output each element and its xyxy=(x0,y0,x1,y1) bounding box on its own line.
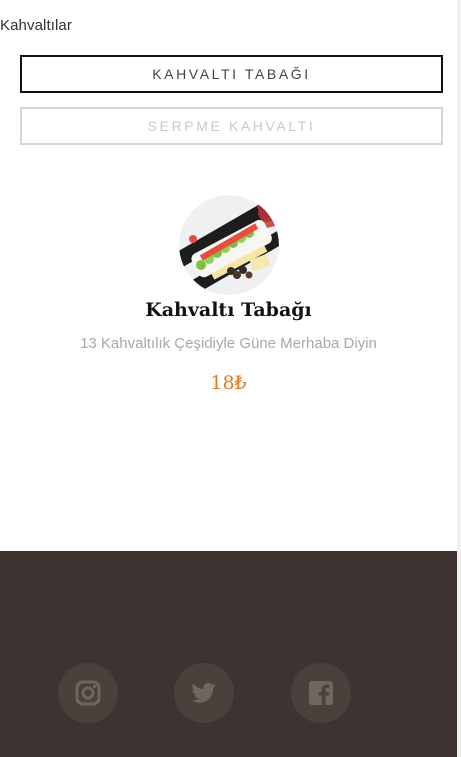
instagram-button[interactable] xyxy=(58,663,118,723)
item-photo xyxy=(178,195,279,295)
item-price: 18₺ xyxy=(210,372,247,394)
twitter-button[interactable] xyxy=(174,663,234,723)
tab-label: SERPME KAHVALTI xyxy=(147,118,316,134)
tab-kahvalti-tabagi[interactable]: KAHVALTI TABAĞI xyxy=(20,55,443,93)
twitter-icon xyxy=(191,682,216,703)
item-name: Kahvaltı Tabağı xyxy=(145,299,312,321)
facebook-button[interactable] xyxy=(291,663,351,723)
facebook-icon xyxy=(309,681,333,705)
scrollbar[interactable] xyxy=(457,0,461,757)
instagram-icon xyxy=(75,680,101,706)
tab-label: KAHVALTI TABAĞI xyxy=(152,66,311,82)
item-description: 13 Kahvaltılık Çeşidiyle Güne Merhaba Di… xyxy=(80,335,377,352)
footer xyxy=(0,551,457,757)
menu-item-card: Kahvaltı Tabağı 13 Kahvaltılık Çeşidiyle… xyxy=(0,195,457,394)
category-title: Kahvaltılar xyxy=(0,17,72,34)
menu-page: Kahvaltılar KAHVALTI TABAĞI SERPME KAHVA… xyxy=(0,0,457,757)
tab-serpme-kahvalti[interactable]: SERPME KAHVALTI xyxy=(20,107,443,145)
